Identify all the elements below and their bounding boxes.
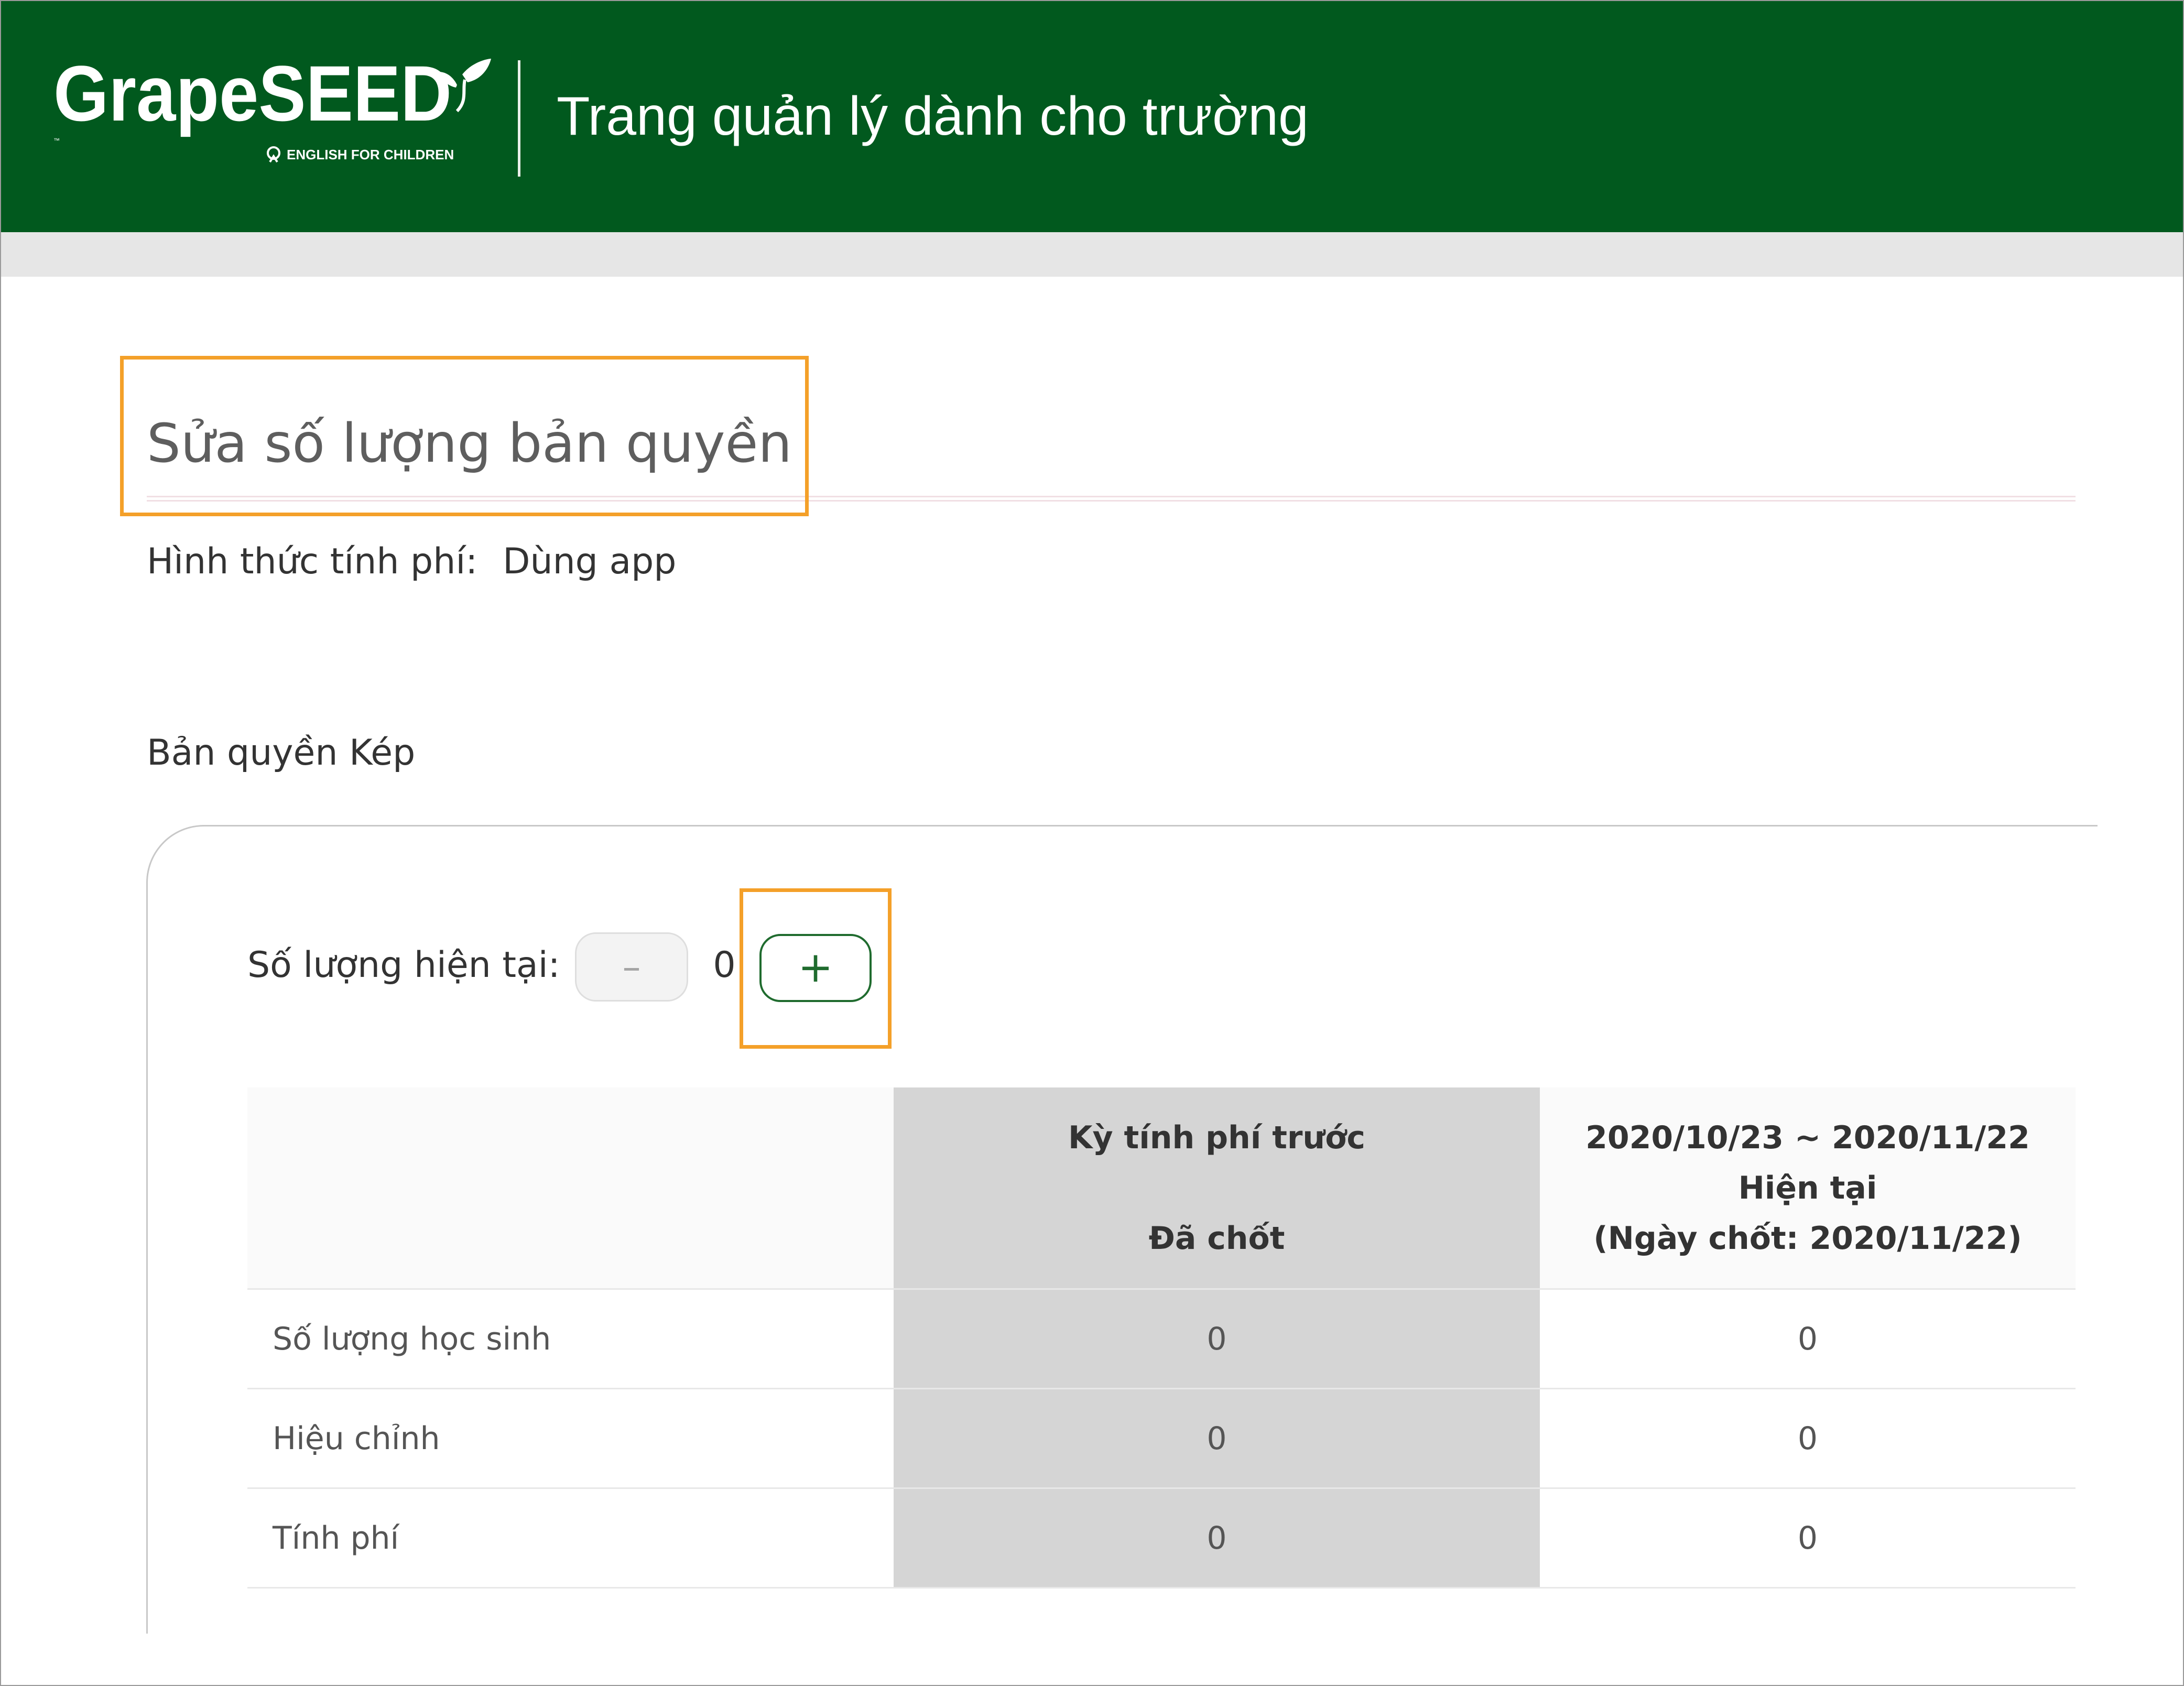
table-row: Tính phí 0 0 — [247, 1488, 2076, 1589]
person-icon — [267, 146, 280, 163]
column-header-line: Đã chốt — [1148, 1220, 1285, 1257]
previous-period-cell: 0 — [894, 1388, 1540, 1489]
decrease-quantity-button[interactable]: – — [575, 932, 688, 1002]
row-label: Tính phí — [247, 1488, 894, 1589]
row-label: Hiệu chỉnh — [247, 1388, 894, 1489]
column-header-current-period: 2020/10/23 ~ 2020/11/22 Hiện tại (Ngày c… — [1540, 1087, 2076, 1290]
header-divider — [518, 60, 520, 177]
current-period-cell: 0 — [1540, 1289, 2076, 1389]
billing-method-label: Hình thức tính phí: — [147, 541, 478, 582]
current-period-cell: 0 — [1540, 1488, 2076, 1589]
column-header-line: Hiện tại — [1738, 1169, 1877, 1206]
svg-text:™: ™ — [53, 137, 60, 144]
table-row: Số lượng học sinh 0 0 — [247, 1289, 2076, 1389]
app-window: GrapeSEED ENGLISH FOR CHILDREN ™ Trang q… — [0, 0, 2184, 1686]
logo-wordmark: GrapeSEED — [53, 59, 452, 137]
title-divider — [147, 496, 2076, 502]
logo-tagline: ENGLISH FOR CHILDREN — [287, 147, 454, 162]
column-header-line: (Ngày chốt: 2020/11/22) — [1593, 1220, 2022, 1257]
column-header-line: Kỳ tính phí trước — [1068, 1119, 1365, 1156]
current-period-cell: 0 — [1540, 1388, 2076, 1489]
previous-period-cell: 0 — [894, 1488, 1540, 1589]
billing-method-row: Hình thức tính phí: Dùng app — [147, 536, 676, 588]
column-header-empty — [247, 1087, 894, 1290]
increase-quantity-button[interactable]: + — [759, 934, 872, 1002]
column-header-previous-period: Kỳ tính phí trước Đã chốt — [894, 1087, 1540, 1290]
page-title: Sửa số lượng bản quyền — [147, 412, 792, 475]
app-header: GrapeSEED ENGLISH FOR CHILDREN ™ Trang q… — [1, 1, 2183, 232]
current-quantity-value: 0 — [713, 944, 736, 986]
table-row: Hiệu chỉnh 0 0 — [247, 1388, 2076, 1489]
table-header-row: Kỳ tính phí trước Đã chốt 2020/10/23 ~ 2… — [247, 1087, 2076, 1290]
app-title: Trang quản lý dành cho trường — [557, 86, 1309, 147]
previous-period-cell: 0 — [894, 1289, 1540, 1389]
license-type-label: Bản quyền Kép — [147, 732, 416, 774]
column-header-line: 2020/10/23 ~ 2020/11/22 — [1585, 1119, 2030, 1156]
current-quantity-label: Số lượng hiện tại: — [247, 944, 560, 986]
license-table: Kỳ tính phí trước Đã chốt 2020/10/23 ~ 2… — [247, 1087, 2076, 1589]
license-table-container: Kỳ tính phí trước Đã chốt 2020/10/23 ~ 2… — [247, 1087, 2076, 1589]
subheader-bar — [1, 232, 2183, 277]
billing-method-value: Dùng app — [503, 541, 677, 582]
grapeseed-logo[interactable]: GrapeSEED ENGLISH FOR CHILDREN ™ — [53, 59, 494, 169]
row-label: Số lượng học sinh — [247, 1289, 894, 1389]
